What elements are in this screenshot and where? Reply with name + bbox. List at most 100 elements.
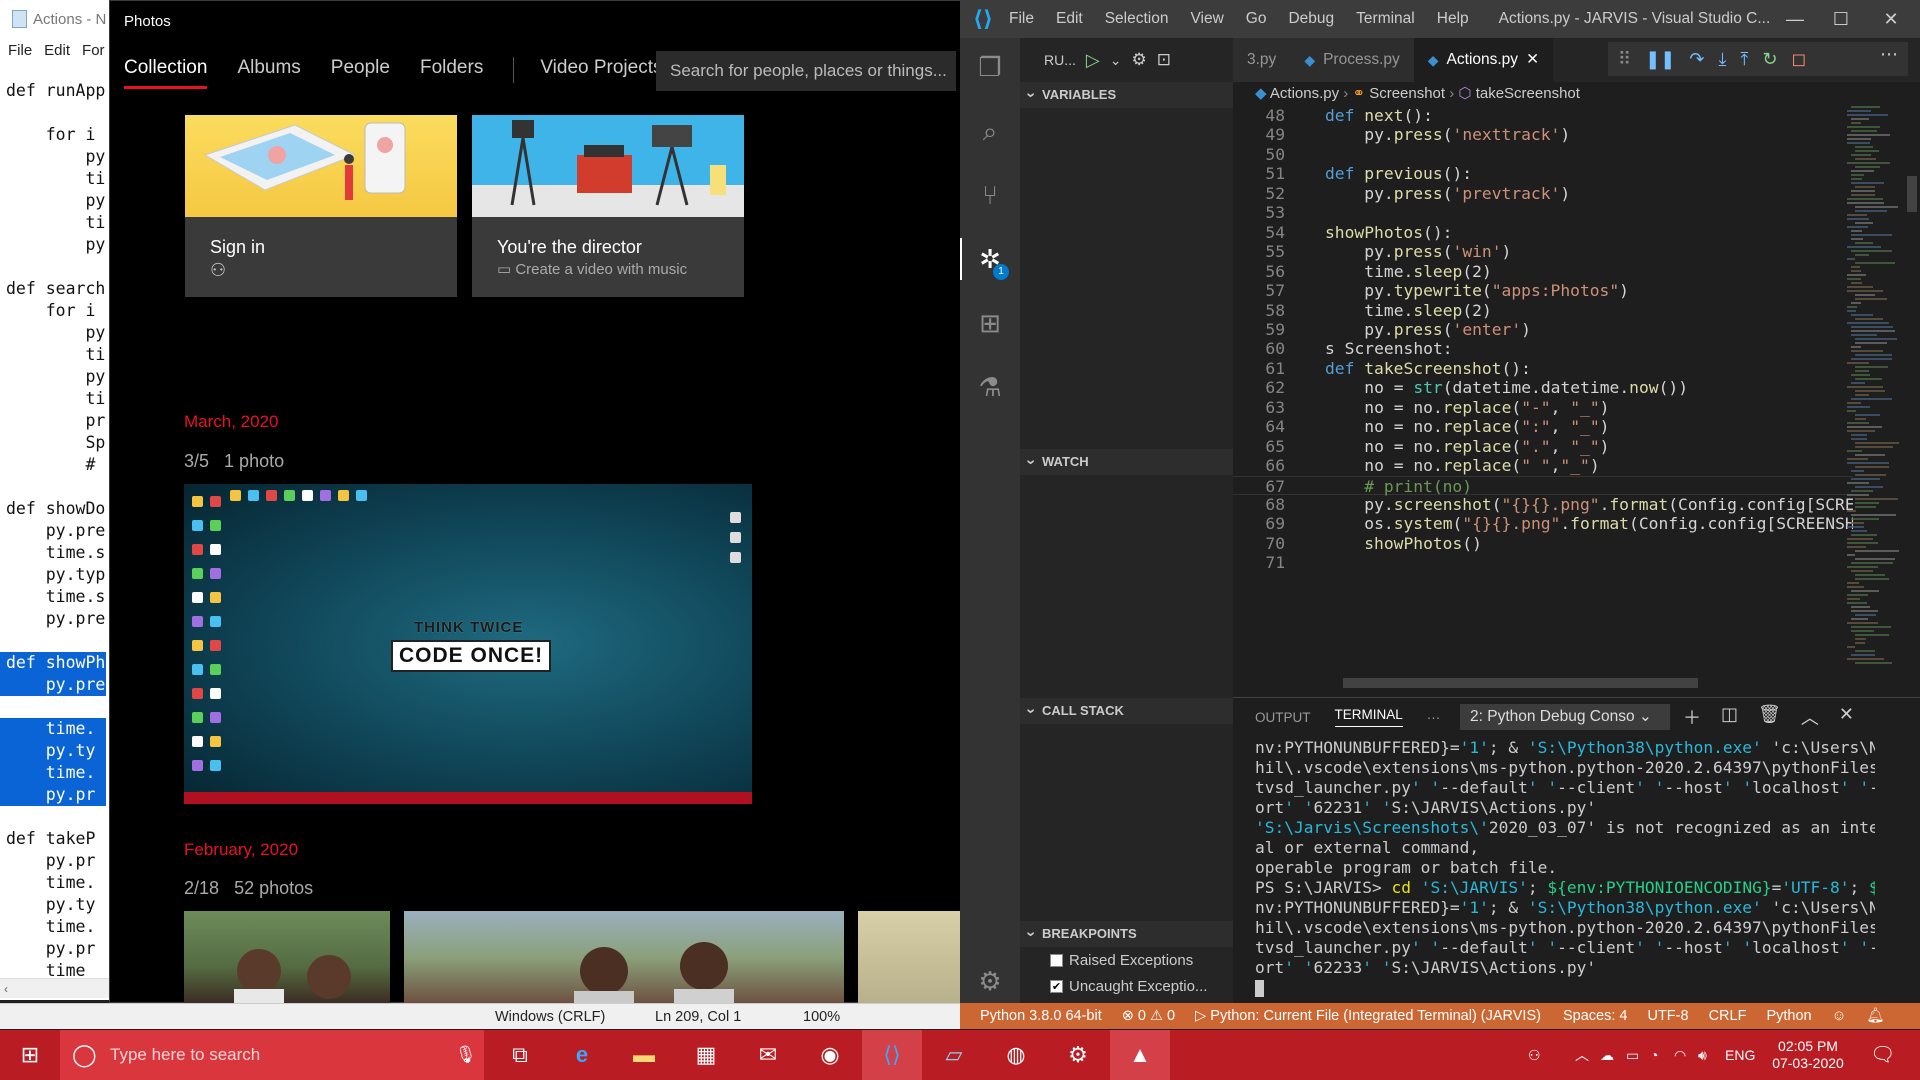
- line-number[interactable]: 67: [1233, 477, 1285, 496]
- test-flask-icon[interactable]: ⚗: [975, 372, 1005, 402]
- notepad-horizontal-scrollbar[interactable]: ‹: [0, 978, 112, 998]
- photo-thumbnail[interactable]: [184, 911, 390, 1004]
- line-number[interactable]: 69: [1233, 514, 1285, 533]
- vscode-titlebar[interactable]: ⟨⟩ File Edit Selection View Go Debug Ter…: [960, 0, 1920, 38]
- line-number[interactable]: 68: [1233, 495, 1285, 514]
- volume-icon[interactable]: 🔊︎: [1698, 1030, 1707, 1080]
- breakpoint-raised[interactable]: Raised Exceptions: [1050, 952, 1193, 969]
- language-indicator[interactable]: ENG: [1725, 1030, 1755, 1080]
- line-number[interactable]: 63: [1233, 398, 1285, 417]
- menu-help[interactable]: Help: [1437, 10, 1469, 28]
- menu-selection[interactable]: Selection: [1105, 10, 1169, 28]
- tab-video-projects[interactable]: Video Projects: [540, 51, 662, 89]
- tab-file[interactable]: ◆ Process.py: [1290, 38, 1414, 82]
- split-terminal-icon[interactable]: ◫: [1721, 704, 1738, 730]
- line-number[interactable]: 59: [1233, 320, 1285, 339]
- breadcrumb-method[interactable]: takeScreenshot: [1476, 85, 1580, 102]
- code-line[interactable]: 58 time.sleep(2): [1233, 301, 1853, 320]
- terminal-select[interactable]: 2: Python Debug Conso ⌄: [1460, 704, 1670, 730]
- code-line[interactable]: 57 py.typewrite("apps:Photos"): [1233, 281, 1853, 300]
- media-player-icon[interactable]: ◉: [800, 1030, 860, 1080]
- battery-icon[interactable]: ▭: [1626, 1030, 1639, 1080]
- menu-terminal[interactable]: Terminal: [1356, 10, 1415, 28]
- edge-icon[interactable]: e: [552, 1030, 612, 1080]
- wifi-icon[interactable]: ◠: [1674, 1030, 1686, 1080]
- step-over-icon[interactable]: ↷: [1689, 49, 1704, 70]
- code-line[interactable]: 70 showPhotos(): [1233, 534, 1853, 553]
- config-dropdown-icon[interactable]: ⌄: [1110, 52, 1122, 69]
- minimize-button[interactable]: —: [1772, 0, 1818, 38]
- code-line[interactable]: 65 no = no.replace(".", "_"): [1233, 437, 1853, 456]
- menu-file[interactable]: File: [1009, 10, 1034, 28]
- breadcrumb-file[interactable]: Actions.py: [1270, 85, 1339, 102]
- notepad-menu-edit[interactable]: Edit: [44, 42, 70, 59]
- status-python[interactable]: Python 3.8.0 64-bit: [980, 1003, 1102, 1029]
- code-line[interactable]: 61 def takeScreenshot():: [1233, 359, 1853, 378]
- restart-icon[interactable]: ↻: [1762, 49, 1777, 70]
- code-line[interactable]: 55 py.press('win'): [1233, 242, 1853, 261]
- tab-albums[interactable]: Albums: [237, 51, 300, 89]
- line-number[interactable]: 51: [1233, 164, 1285, 183]
- settings-gear-icon[interactable]: ⚙: [975, 966, 1005, 996]
- code-line[interactable]: 66 no = no.replace(" ","_"): [1233, 456, 1853, 475]
- status-language[interactable]: Python: [1766, 1003, 1811, 1029]
- code-line[interactable]: 49 py.press('nexttrack'): [1233, 125, 1853, 144]
- more-actions-icon[interactable]: ⋯: [1880, 44, 1898, 65]
- photos-titlebar[interactable]: Photos: [110, 1, 960, 41]
- tab-folders[interactable]: Folders: [420, 51, 483, 89]
- callstack-section-header[interactable]: CALL STACK: [1020, 698, 1233, 724]
- watch-section-header[interactable]: WATCH: [1020, 449, 1233, 475]
- panel-tab-output[interactable]: OUTPUT: [1255, 710, 1311, 725]
- file-explorer-icon[interactable]: ▬: [614, 1030, 674, 1080]
- line-number[interactable]: 54: [1233, 223, 1285, 242]
- step-out-icon[interactable]: ⤒: [1740, 49, 1748, 70]
- notepad-text-area[interactable]: def runApp for i py ti py ti py def searc…: [0, 80, 106, 982]
- settings-icon[interactable]: ⚙: [1048, 1030, 1108, 1080]
- line-number[interactable]: 49: [1233, 125, 1285, 144]
- status-problems[interactable]: ⊗ 0 ⚠ 0: [1122, 1003, 1175, 1029]
- notepad-window[interactable]: Actions - N File Edit For def runApp for…: [0, 0, 112, 1000]
- panel-more-icon[interactable]: ···: [1427, 710, 1441, 725]
- bell-icon[interactable]: 🔔︎: [1866, 1003, 1884, 1029]
- step-into-icon[interactable]: ⤓: [1718, 49, 1726, 70]
- debug-config-label[interactable]: RU...: [1044, 52, 1076, 68]
- line-number[interactable]: 48: [1233, 106, 1285, 125]
- notepad-menu-format[interactable]: For: [82, 42, 105, 59]
- line-number[interactable]: 65: [1233, 437, 1285, 456]
- photos-taskbar-icon[interactable]: ▲: [1110, 1030, 1170, 1080]
- code-editor[interactable]: 48 def next(): 49 py.press('nexttrack') 50 5…: [1233, 106, 1853, 686]
- photos-window[interactable]: Photos Collection Albums People Folders …: [109, 0, 961, 1004]
- gear-icon[interactable]: ⚙: [1131, 50, 1146, 70]
- chevron-up-icon[interactable]: ︿: [1575, 1030, 1589, 1080]
- close-button[interactable]: ✕: [1868, 0, 1914, 38]
- close-tab-icon[interactable]: ✕: [1526, 38, 1539, 82]
- line-number[interactable]: 52: [1233, 184, 1285, 203]
- people-icon[interactable]: ⚇: [1528, 1030, 1541, 1080]
- group-day[interactable]: 2/18: [184, 878, 219, 898]
- photos-search-input[interactable]: Search for people, places or things...: [656, 51, 956, 91]
- code-line[interactable]: 68 py.screenshot("{}{}.png".format(Confi…: [1233, 495, 1853, 514]
- line-number[interactable]: 61: [1233, 359, 1285, 378]
- line-number[interactable]: 53: [1233, 203, 1285, 222]
- line-number[interactable]: 60: [1233, 339, 1285, 358]
- store-icon[interactable]: ▦: [676, 1030, 736, 1080]
- onedrive-icon[interactable]: ☁: [1600, 1030, 1614, 1080]
- code-line[interactable]: 59 py.press('enter'): [1233, 320, 1853, 339]
- chrome-icon[interactable]: ◍: [986, 1030, 1046, 1080]
- maximize-panel-icon[interactable]: ︿: [1801, 704, 1819, 730]
- kill-terminal-icon[interactable]: 🗑: [1758, 704, 1781, 730]
- menu-edit[interactable]: Edit: [1056, 10, 1083, 28]
- menu-debug[interactable]: Debug: [1288, 10, 1334, 28]
- search-icon[interactable]: ⌕: [975, 116, 1005, 146]
- status-launch[interactable]: ▷ Python: Current File (Integrated Termi…: [1195, 1003, 1541, 1029]
- notepad-taskbar-icon[interactable]: ▱: [924, 1030, 984, 1080]
- pause-icon[interactable]: ❚❚: [1645, 49, 1675, 70]
- tab-people[interactable]: People: [331, 51, 390, 89]
- code-line[interactable]: 62 no = str(datetime.datetime.now()): [1233, 378, 1853, 397]
- terminal-output[interactable]: nv:PYTHONUNBUFFERED}='1'; & 'S:\Python38…: [1255, 738, 1875, 978]
- minimap[interactable]: [1843, 106, 1913, 686]
- breakpoint-uncaught[interactable]: ✔ Uncaught Exceptio...: [1050, 978, 1207, 995]
- photo-thumbnail[interactable]: [404, 911, 844, 1004]
- panel-tab-terminal[interactable]: TERMINAL: [1334, 707, 1403, 727]
- checkbox-checked[interactable]: ✔: [1050, 980, 1063, 993]
